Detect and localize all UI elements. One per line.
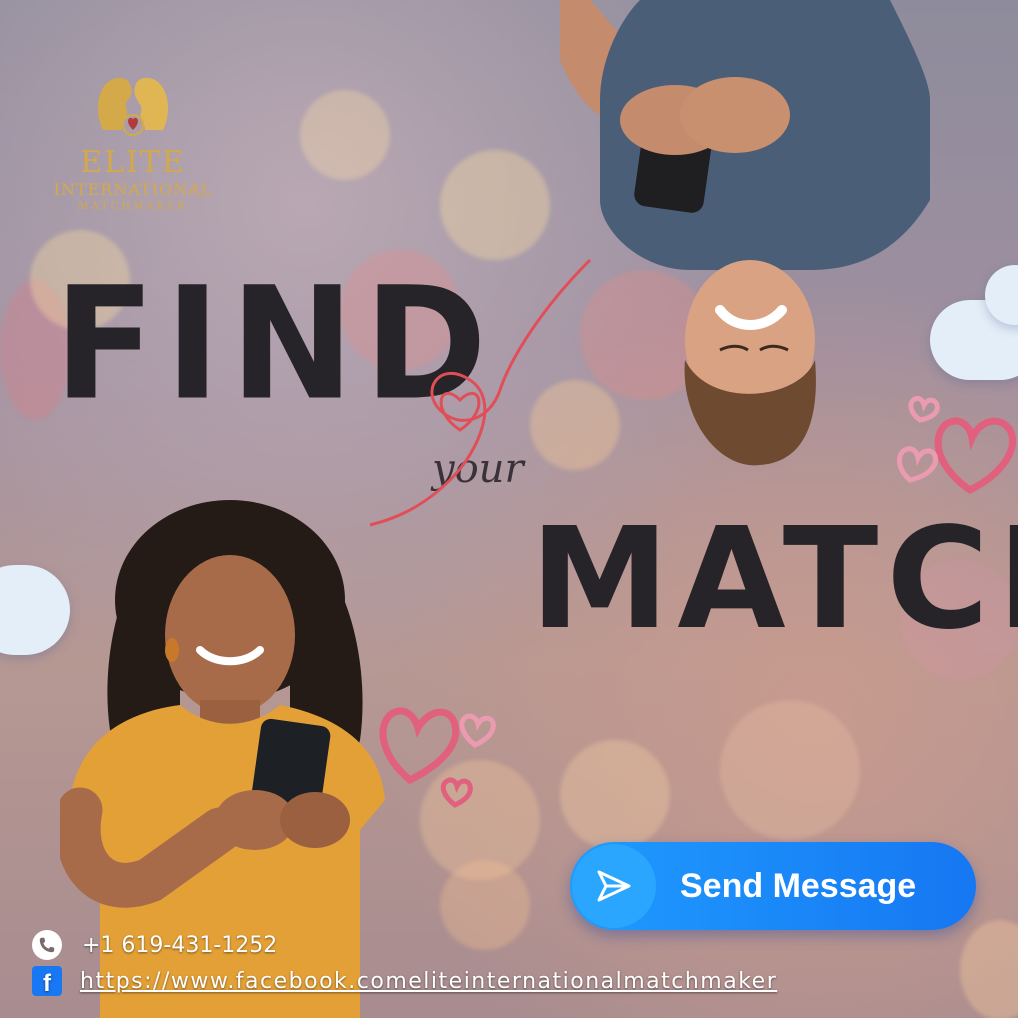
send-icon-badge: [572, 844, 656, 928]
bokeh-light: [440, 860, 530, 950]
send-message-label: Send Message: [680, 866, 917, 905]
facebook-contact: f https://www.facebook.comeliteinternati…: [32, 966, 777, 996]
bokeh-light: [960, 920, 1018, 1018]
swirl-heart-line: [369, 258, 592, 527]
brand-logo: ELITE INTERNATIONAL MATCHMAKER: [48, 70, 218, 212]
logo-subtitle: INTERNATIONAL: [53, 180, 213, 199]
logo-title: ELITE: [80, 145, 186, 180]
send-message-button[interactable]: Send Message: [570, 842, 976, 930]
phone-number[interactable]: +1 619-431-1252: [82, 933, 277, 958]
phone-icon: [32, 930, 62, 960]
facebook-icon: f: [32, 966, 62, 996]
bokeh-light: [440, 150, 550, 260]
bokeh-light: [300, 90, 390, 180]
send-icon: [597, 870, 631, 902]
phone-contact: +1 619-431-1252: [32, 930, 277, 960]
hearts-decoration: [896, 396, 1017, 495]
flyer-canvas: ELITE INTERNATIONAL MATCHMAKER FIND your…: [0, 0, 1018, 1018]
facebook-link[interactable]: https://www.facebook.comeliteinternation…: [80, 969, 777, 994]
couple-silhouette-icon: [98, 77, 168, 136]
bokeh-light: [560, 740, 670, 850]
logo-tagline: MATCHMAKER: [78, 201, 188, 212]
bokeh-light: [720, 700, 860, 840]
